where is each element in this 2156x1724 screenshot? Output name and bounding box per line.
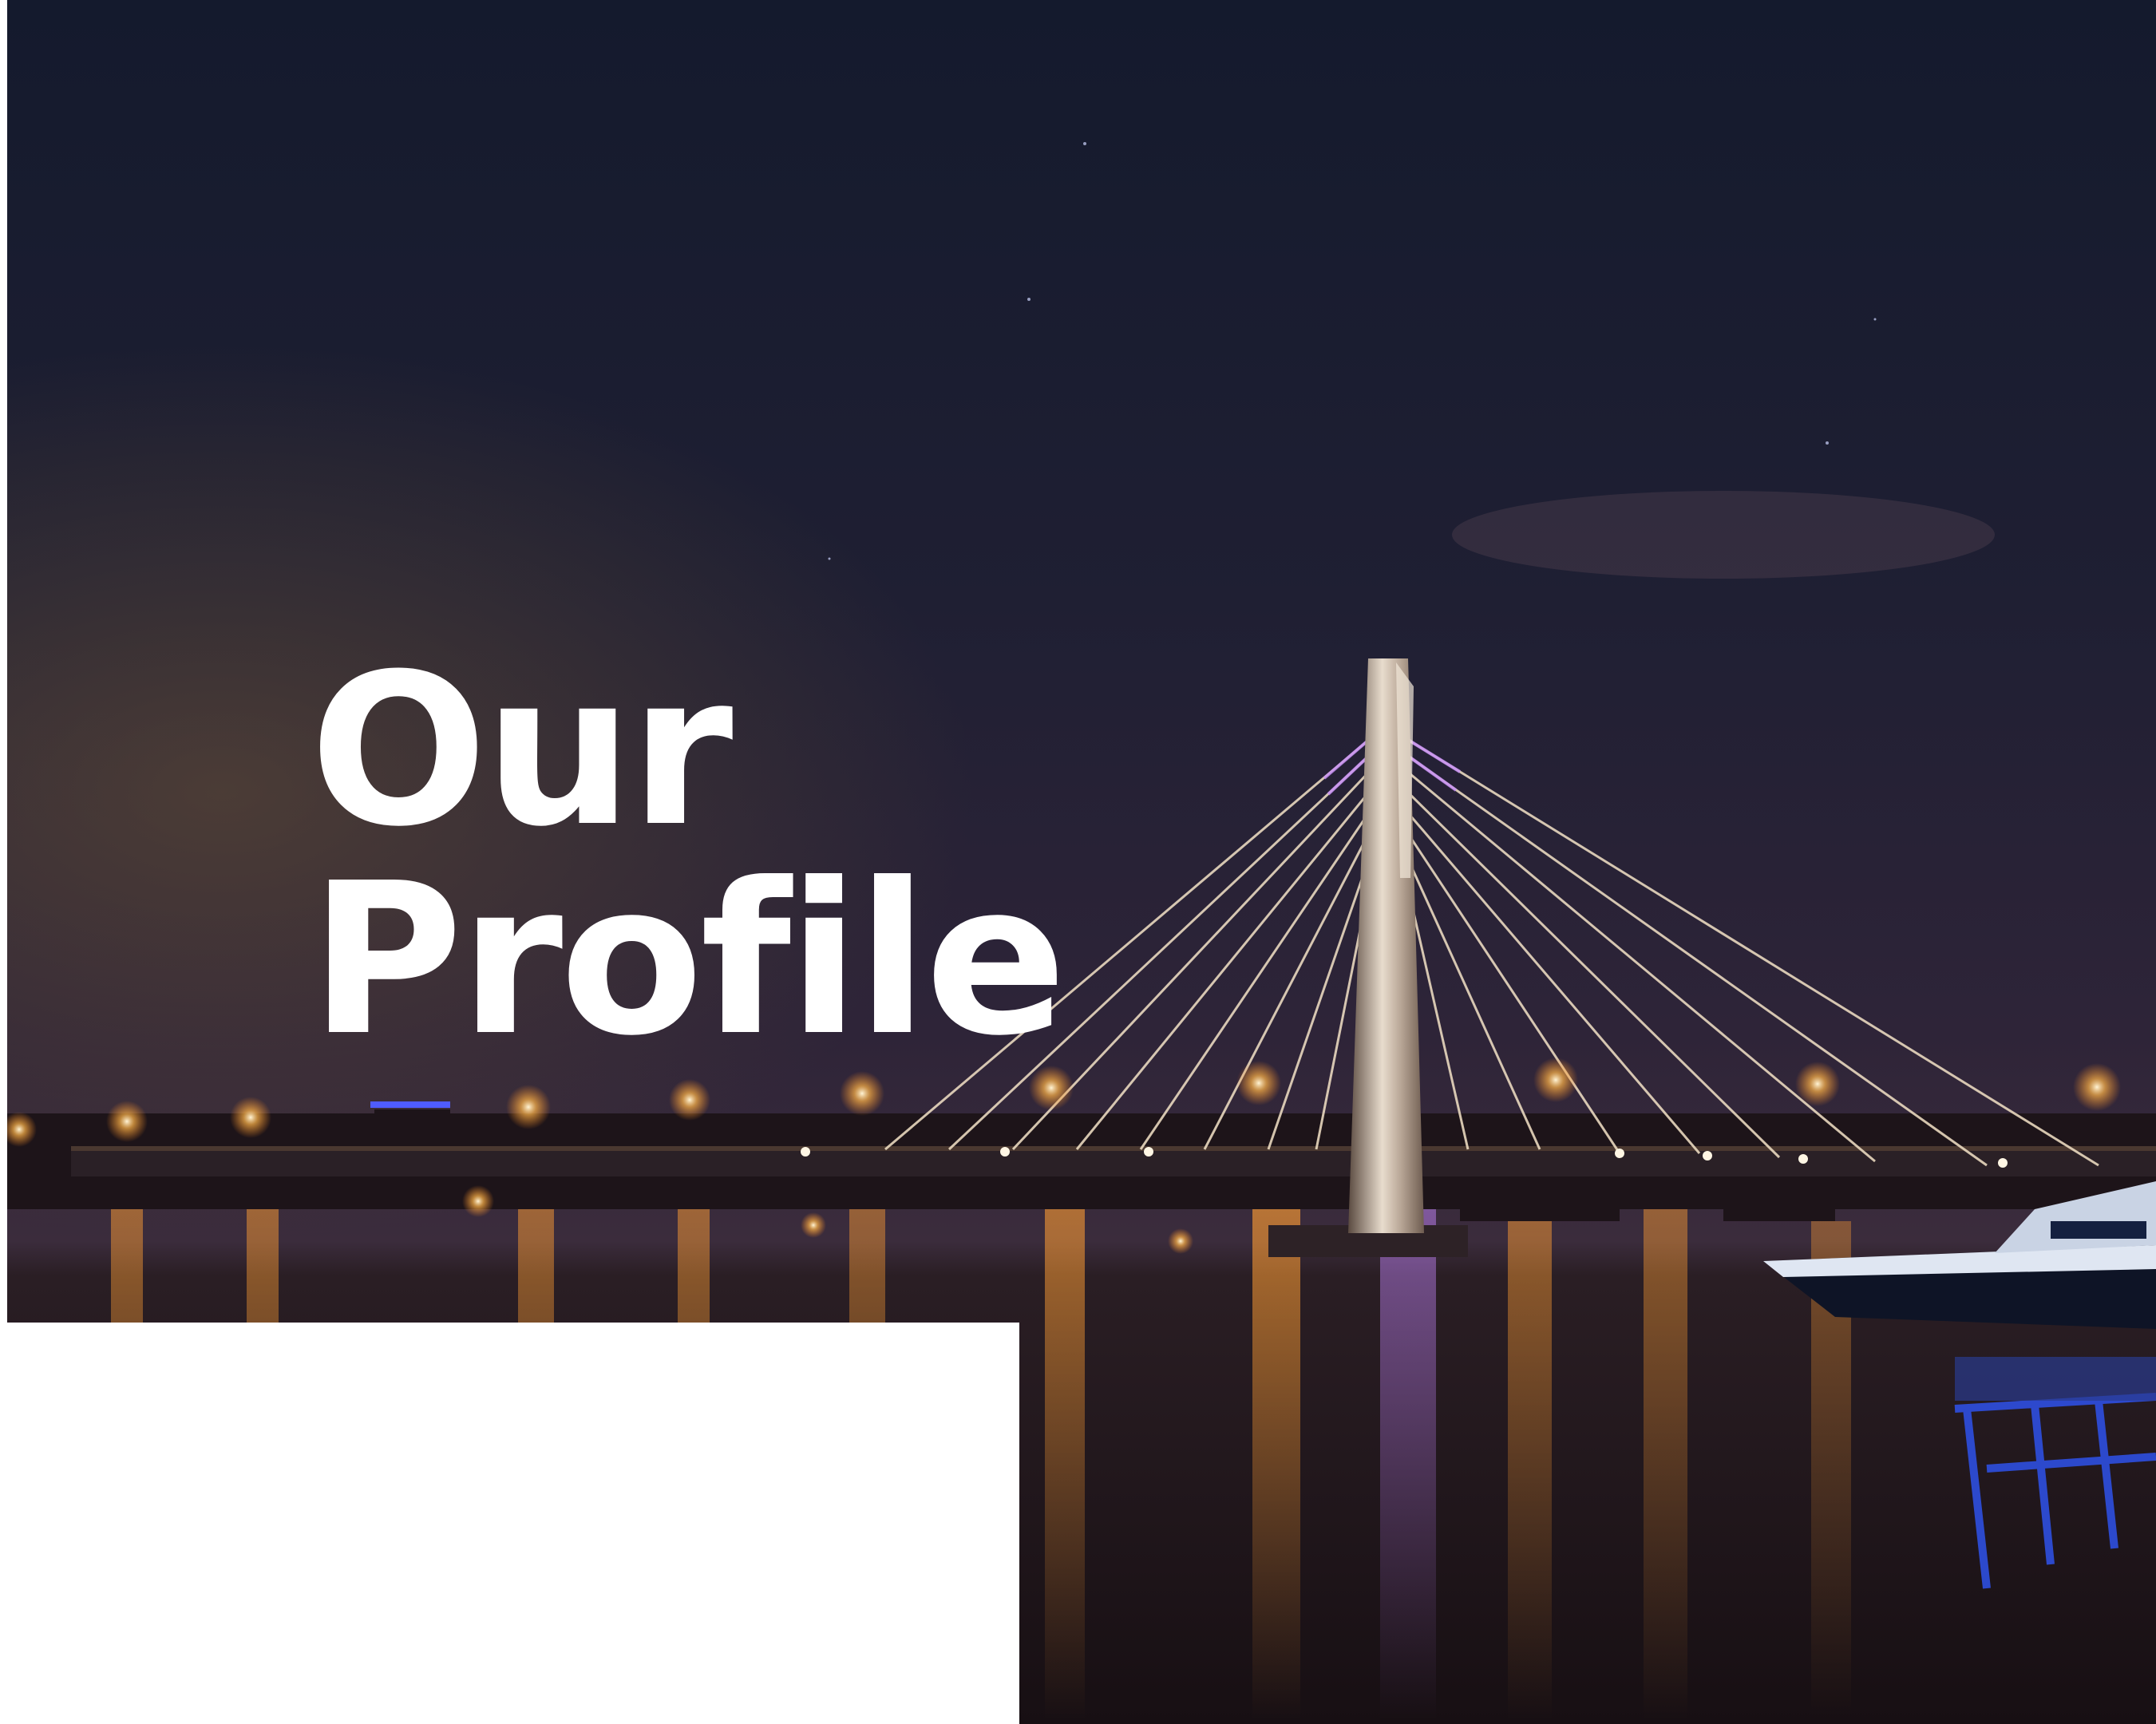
- page-title-line-1: Our: [310, 629, 733, 872]
- page-title-line-2: Profile: [310, 838, 1067, 1081]
- white-content-panel: [7, 1323, 1019, 1724]
- page-title: Our Profile: [310, 629, 1067, 1081]
- profile-page: Our Profile: [0, 0, 2156, 1724]
